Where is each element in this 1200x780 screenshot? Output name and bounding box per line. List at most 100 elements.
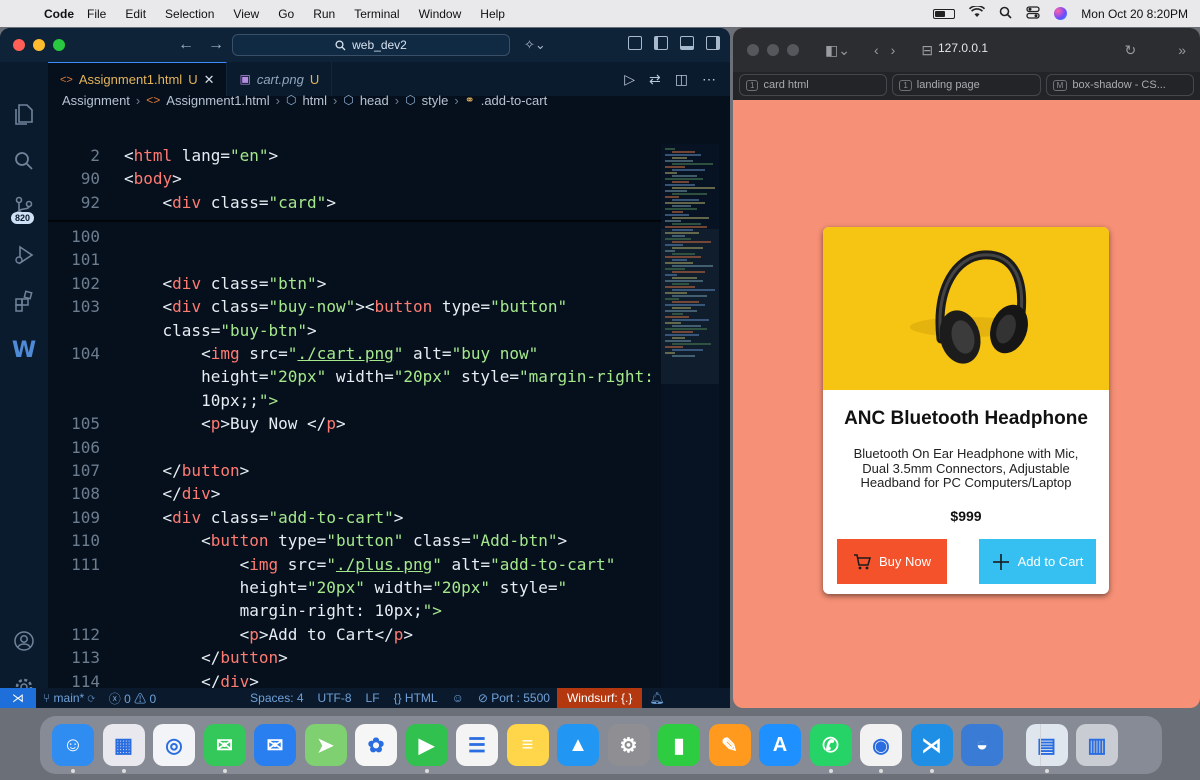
toggle-panel-icon[interactable] [680, 36, 694, 50]
chrome-dock-icon[interactable]: ◉ [860, 724, 902, 766]
code-line[interactable]: 113 </button> [48, 648, 661, 671]
system-settings-dock-icon[interactable]: ⚙ [607, 724, 650, 766]
code-line[interactable]: 101 [48, 250, 661, 273]
safari-tab[interactable]: 1 card html [739, 74, 888, 96]
copilot-status-icon[interactable]: ☺ [445, 691, 471, 705]
explorer-icon[interactable] [0, 102, 48, 132]
code-line[interactable]: 107 </button> [48, 461, 661, 484]
close-window-button[interactable] [747, 44, 759, 56]
code-line[interactable]: 111 <img src="./plus.png" alt="add-to-ca… [48, 555, 661, 578]
minimap[interactable] [661, 144, 719, 708]
run-debug-icon[interactable] [0, 244, 48, 272]
safari-dock-icon[interactable]: ◎ [153, 724, 195, 766]
run-icon[interactable]: ▷ [624, 71, 635, 88]
menu-file[interactable]: File [87, 7, 118, 21]
photos-dock-icon[interactable]: ✿ [355, 724, 397, 766]
spotlight-search-icon[interactable] [999, 6, 1012, 22]
code-line[interactable]: class="buy-btn"> [48, 321, 661, 344]
keynote-dock-icon[interactable]: ▲ [557, 724, 599, 766]
toggle-secondary-sidebar-icon[interactable] [706, 36, 720, 50]
customize-layout-icon[interactable] [628, 36, 642, 50]
encoding-status[interactable]: UTF-8 [311, 691, 359, 705]
more-actions-icon[interactable]: ⋯ [702, 71, 716, 88]
reload-icon[interactable]: ↻ [1124, 42, 1136, 59]
menu-edit[interactable]: Edit [125, 7, 158, 21]
sticky-scroll-line[interactable]: 92 <div class="card"> [48, 192, 661, 216]
windsurf-status[interactable]: Windsurf: {.} [556, 688, 643, 708]
breadcrumb-item[interactable]: html [302, 93, 327, 108]
minimize-window-button[interactable] [767, 44, 779, 56]
code-line[interactable]: 104 <img src="./cart.png" alt="buy now" [48, 344, 661, 367]
remote-indicator-icon[interactable]: ⋊ [0, 688, 36, 708]
wifi-icon[interactable] [969, 5, 986, 21]
preview-dock-icon[interactable]: ▤ [1025, 724, 1068, 766]
app-menu[interactable]: Code [44, 7, 87, 21]
breadcrumb-item[interactable]: head [360, 93, 389, 108]
sticky-scroll-line[interactable]: 90 <body> [48, 169, 661, 193]
code-editor[interactable]: 100 101 102 <div class="btn"> 103 <div clas… [48, 144, 661, 708]
add-to-cart-button[interactable]: Add to Cart [979, 539, 1096, 584]
forward-arrow-icon[interactable]: → [208, 36, 224, 54]
battery-icon[interactable] [933, 8, 956, 19]
numbers-dock-icon[interactable]: ▮ [658, 724, 700, 766]
menu-terminal[interactable]: Terminal [354, 7, 411, 21]
code-line[interactable]: height="20px" width="20px" style="margin… [48, 367, 661, 390]
split-editor-icon[interactable]: ◫ [675, 71, 688, 88]
notifications-bell-icon[interactable]: 🔔︎ [642, 691, 671, 705]
language-status[interactable]: {} HTML [387, 691, 445, 705]
problems-status[interactable]: ⓧ 0 ⚠ 0 [102, 690, 163, 707]
finder-dock-icon[interactable]: ☺ [52, 724, 94, 766]
command-center[interactable]: web_dev2 [232, 34, 510, 56]
accounts-icon[interactable] [0, 630, 48, 658]
back-arrow-icon[interactable]: ← [178, 36, 194, 54]
safari-tab[interactable]: Mbox-shadow - CS... [1045, 74, 1194, 96]
zoom-window-button[interactable] [53, 39, 65, 51]
code-line[interactable]: 108 </div> [48, 484, 661, 507]
address-bar[interactable]: 127.0.0.1 [938, 41, 988, 55]
code-line[interactable]: 100 [48, 227, 661, 250]
siri-icon[interactable] [1054, 7, 1068, 20]
menu-view[interactable]: View [233, 7, 271, 21]
forward-chevron-icon[interactable]: › [891, 42, 896, 58]
code-line[interactable]: 110 <button type="button" class="Add-btn… [48, 531, 661, 554]
control-center-icon[interactable] [1026, 5, 1040, 22]
live-server-status[interactable]: ⊘ Port : 5500 [471, 691, 557, 705]
code-line[interactable]: 102 <div class="btn"> [48, 274, 661, 297]
site-settings-icon[interactable]: ⊟ [921, 42, 933, 59]
code-line[interactable]: 103 <div class="buy-now"><button type="b… [48, 297, 661, 320]
backup-dock-icon[interactable]: ◒ [961, 724, 1003, 766]
whatsapp-dock-icon[interactable]: ✆ [809, 724, 852, 766]
branch-status[interactable]: ⑂ main* ⟳ [36, 691, 102, 705]
sticky-scroll-line[interactable]: 2 <html lang="en"> [48, 146, 661, 169]
menu-run[interactable]: Run [313, 7, 347, 21]
search-icon[interactable] [0, 150, 48, 178]
back-chevron-icon[interactable]: ‹ [874, 42, 879, 58]
breadcrumb-item[interactable]: style [422, 93, 449, 108]
buy-now-button[interactable]: Buy Now [837, 539, 947, 584]
eol-status[interactable]: LF [359, 691, 387, 705]
close-tab-icon[interactable]: ✕ [204, 72, 215, 88]
trash-dock-icon[interactable]: ▥ [1076, 724, 1118, 766]
messages-dock-icon[interactable]: ✉ [203, 724, 246, 766]
windsurf-icon[interactable]: W [0, 338, 48, 363]
menu-window[interactable]: Window [419, 7, 474, 21]
compare-changes-icon[interactable]: ⇄ [649, 71, 661, 88]
copilot-icon[interactable]: ✧⌄ [524, 37, 546, 53]
close-window-button[interactable] [13, 39, 25, 51]
maps-dock-icon[interactable]: ➤ [304, 724, 347, 766]
breadcrumb-item[interactable]: Assignment1.html [166, 93, 269, 108]
code-line[interactable]: 106 [48, 438, 661, 461]
menu-help[interactable]: Help [480, 7, 517, 21]
mail-dock-icon[interactable]: ✉ [254, 724, 296, 766]
code-line[interactable]: margin-right: 10px;"> [48, 601, 661, 624]
extensions-icon[interactable] [0, 290, 48, 318]
app-store-dock-icon[interactable]: A [759, 724, 801, 766]
reminders-dock-icon[interactable]: ☰ [456, 724, 498, 766]
code-line[interactable]: 112 <p>Add to Cart</p> [48, 625, 661, 648]
toggle-primary-sidebar-icon[interactable] [654, 36, 668, 50]
launchpad-dock-icon[interactable]: ▦ [102, 724, 145, 766]
code-line[interactable]: 10px;;"> [48, 391, 661, 414]
sidebar-toggle-icon[interactable]: ◧⌄ [825, 42, 850, 59]
breadcrumb-item[interactable]: .add-to-cart [481, 93, 547, 108]
menu-go[interactable]: Go [278, 7, 306, 21]
